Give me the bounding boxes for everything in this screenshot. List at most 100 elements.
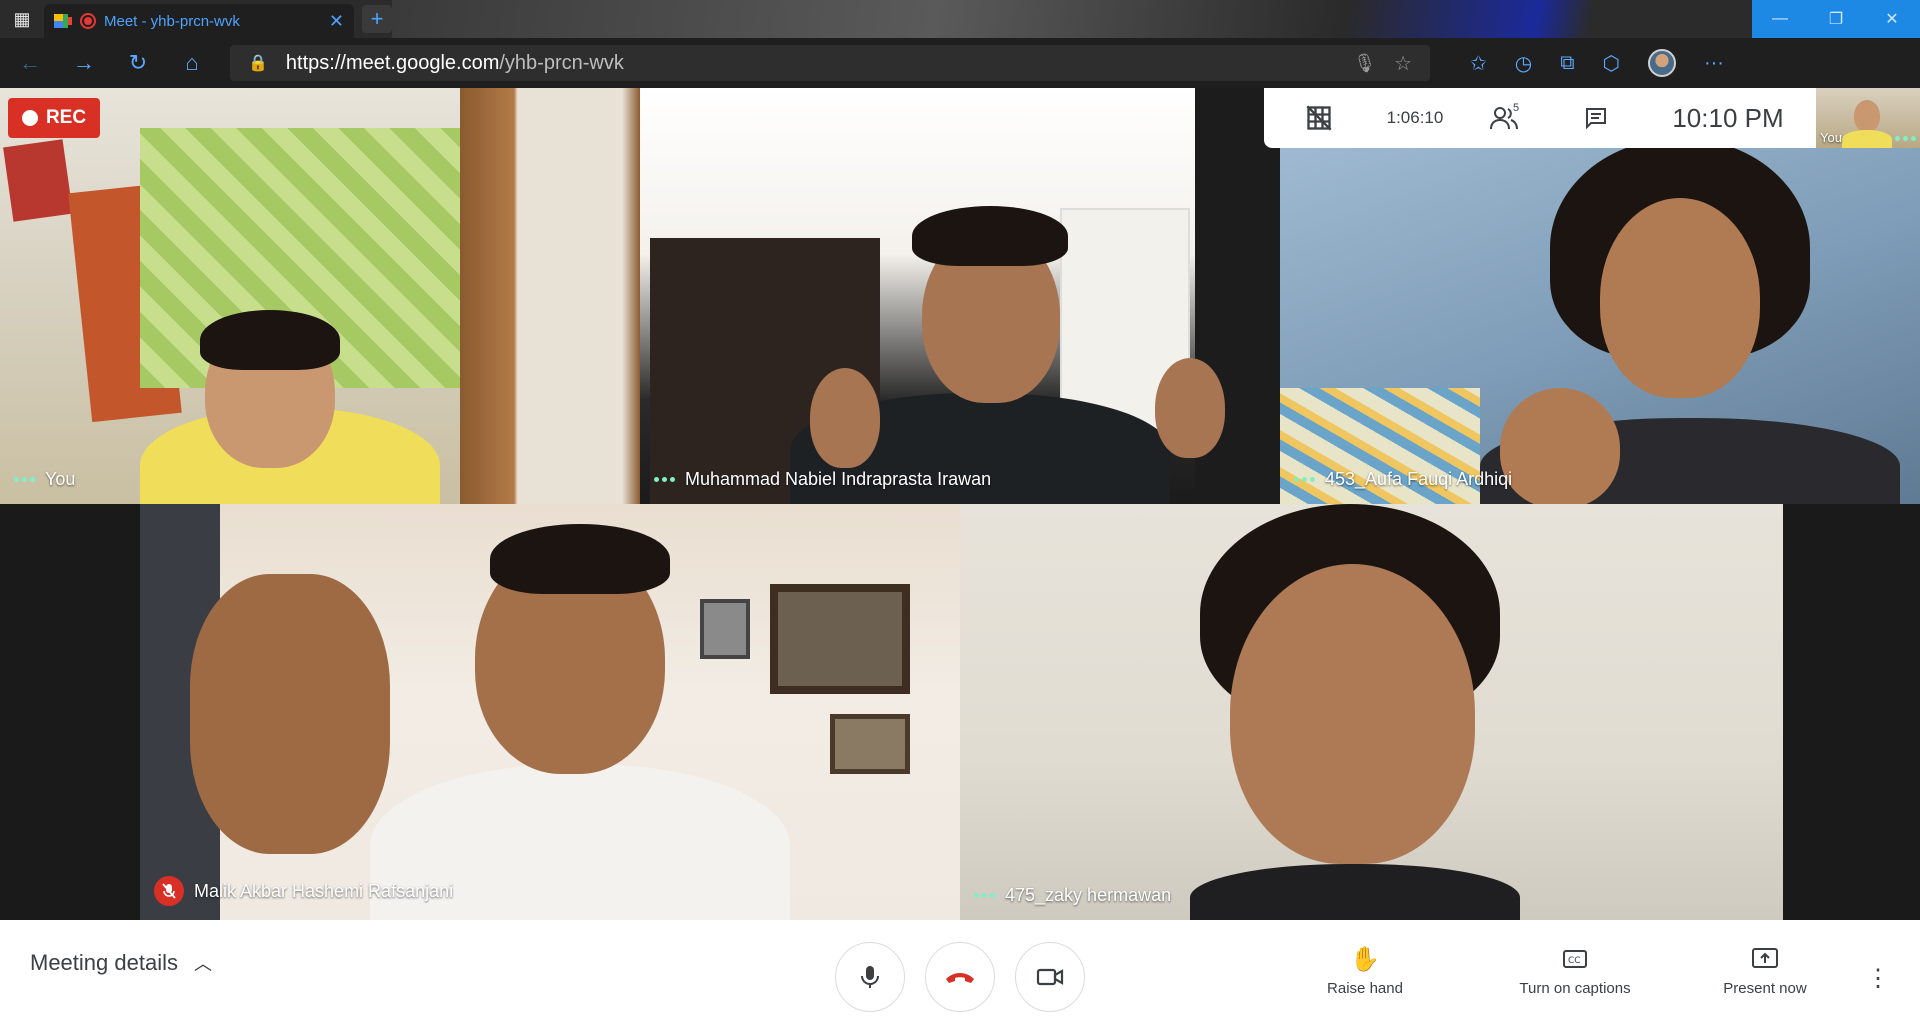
people-button[interactable]: 5 bbox=[1456, 88, 1552, 148]
person-shirt bbox=[1190, 864, 1520, 920]
audio-activity-icon bbox=[14, 477, 35, 482]
participant-count: 5 bbox=[1513, 102, 1520, 114]
participant-name: Malik Akbar Hashemi Rafsanjani bbox=[194, 880, 454, 901]
microphone-button[interactable] bbox=[835, 942, 905, 1012]
more-options-vertical-icon[interactable]: ⋮ bbox=[1866, 964, 1890, 993]
wall-photo-frame bbox=[770, 584, 910, 694]
window-controls: — ❐ ✕ bbox=[1752, 0, 1920, 38]
address-bar-row: ← → ↻ ⌂ 🔒 https://meet.google.com/yhb-pr… bbox=[0, 38, 1920, 88]
person-hand bbox=[1500, 388, 1620, 504]
meeting-timer: 1:06:10 bbox=[1386, 108, 1444, 127]
participant-name: 453_Aufa Fauqi Ardhiqi bbox=[1325, 469, 1513, 489]
chevron-up-icon: ︿ bbox=[193, 954, 212, 974]
participant-label: You bbox=[14, 469, 75, 490]
browser-tab[interactable]: Meet - yhb-prcn-wvk ✕ bbox=[44, 4, 354, 38]
camera-button[interactable] bbox=[1015, 942, 1085, 1012]
meet-logo-icon bbox=[54, 14, 72, 28]
hand-icon: ✋ bbox=[1350, 945, 1380, 973]
recording-indicator-icon bbox=[80, 13, 96, 29]
new-tab-button[interactable]: + bbox=[362, 5, 392, 33]
browser-tab-bar: ▦ Meet - yhb-prcn-wvk ✕ + — ❐ ✕ bbox=[0, 0, 1920, 38]
camera-icon bbox=[1036, 968, 1064, 986]
url-path: /yhb-prcn-wvk bbox=[499, 51, 624, 74]
present-now-label: Present now bbox=[1723, 980, 1807, 997]
recording-label: REC bbox=[45, 107, 87, 128]
url-field[interactable]: 🔒 https://meet.google.com/yhb-prcn-wvk 🎙… bbox=[230, 45, 1430, 81]
tab-actions-icon[interactable]: ▦ bbox=[0, 0, 44, 38]
url-host: https://meet.google.com bbox=[285, 51, 500, 74]
lock-icon[interactable]: 🔒 bbox=[248, 53, 268, 73]
url-text: https://meet.google.com/yhb-prcn-wvk bbox=[286, 52, 624, 75]
favorites-icon[interactable]: ✩ bbox=[1470, 51, 1487, 76]
profile-avatar[interactable] bbox=[1647, 49, 1676, 77]
self-view-thumbnail[interactable]: You bbox=[1816, 88, 1920, 148]
participant-tile-malik[interactable]: Malik Akbar Hashemi Rafsanjani bbox=[140, 504, 960, 920]
self-view-shirt bbox=[1842, 130, 1892, 148]
collections-icon[interactable]: ⧉ bbox=[1560, 52, 1574, 75]
person-hair bbox=[912, 206, 1068, 266]
participant-tile-zaky[interactable]: 475_zaky hermawan bbox=[960, 504, 1783, 920]
self-view-name: You bbox=[1820, 130, 1842, 145]
person-thumb-left bbox=[810, 368, 880, 468]
restore-button[interactable]: ❐ bbox=[1808, 0, 1864, 38]
more-options-icon[interactable]: ··· bbox=[1704, 52, 1724, 75]
meeting-info-bar: 1:06:10 5 10:10 PM bbox=[1264, 88, 1816, 148]
close-icon[interactable]: ✕ bbox=[329, 11, 344, 32]
svg-text:CC: CC bbox=[1568, 956, 1581, 966]
participant-label: Malik Akbar Hashemi Rafsanjani bbox=[154, 876, 453, 906]
participant-tile-aufa[interactable]: 453_Aufa Fauqi Ardhiqi bbox=[1280, 88, 1920, 504]
hang-up-icon bbox=[946, 973, 974, 983]
extension-icon[interactable]: ⬡ bbox=[1603, 51, 1620, 76]
wall-photo-frame bbox=[700, 599, 750, 659]
minimize-button[interactable]: — bbox=[1752, 0, 1808, 38]
person-hand bbox=[190, 574, 390, 854]
microphone-off-icon bbox=[154, 876, 184, 906]
call-controls bbox=[835, 942, 1085, 1012]
clock: 10:10 PM bbox=[1672, 102, 1784, 133]
voice-search-icon[interactable]: 🎙 bbox=[1353, 53, 1376, 74]
closed-captions-icon: CC bbox=[1563, 944, 1587, 974]
person-face bbox=[1230, 564, 1475, 864]
participant-label: Muhammad Nabiel Indraprasta Irawan bbox=[654, 469, 991, 490]
participant-label: 475_zaky hermawan bbox=[974, 885, 1171, 906]
tab-title: Meet - yhb-prcn-wvk bbox=[104, 12, 240, 30]
history-icon[interactable]: ◷ bbox=[1515, 51, 1532, 76]
leave-call-button[interactable] bbox=[925, 942, 995, 1012]
chat-icon[interactable] bbox=[1552, 88, 1640, 148]
self-view-face bbox=[1854, 100, 1880, 132]
wall-painting bbox=[3, 139, 73, 222]
raise-hand-label: Raise hand bbox=[1327, 980, 1403, 997]
captions-label: Turn on captions bbox=[1519, 980, 1631, 997]
person-face bbox=[1600, 198, 1760, 398]
audio-activity-icon bbox=[654, 477, 675, 482]
participant-tile-nabiel[interactable]: Muhammad Nabiel Indraprasta Irawan bbox=[640, 88, 1280, 504]
participant-label: 453_Aufa Fauqi Ardhiqi bbox=[1294, 469, 1512, 490]
person-thumb-right bbox=[1155, 358, 1225, 458]
audio-activity-icon bbox=[1895, 136, 1916, 141]
participant-name: 475_zaky hermawan bbox=[1005, 885, 1172, 905]
meeting-controls-bar: Meeting details ︿ ✋ Raise hand CC Turn o… bbox=[0, 920, 1920, 1030]
tab-bar-spacer bbox=[392, 0, 1752, 38]
raise-hand-button[interactable]: ✋ Raise hand bbox=[1300, 944, 1430, 998]
recording-badge: REC bbox=[8, 98, 100, 138]
participant-tile-you[interactable]: REC You bbox=[0, 88, 640, 504]
add-favorite-icon[interactable]: ☆ bbox=[1394, 51, 1412, 76]
home-icon[interactable]: ⌂ bbox=[176, 50, 208, 76]
grid-layout-icon[interactable] bbox=[1264, 88, 1374, 148]
meeting-details-label: Meeting details bbox=[30, 950, 178, 975]
record-icon bbox=[21, 110, 38, 126]
person-hair bbox=[490, 524, 670, 594]
toolbar-icons: ✩ ◷ ⧉ ⬡ ··· bbox=[1470, 49, 1724, 77]
participant-name: You bbox=[45, 469, 76, 489]
close-window-button[interactable]: ✕ bbox=[1864, 0, 1920, 38]
audio-activity-icon bbox=[1294, 477, 1315, 482]
meeting-details-button[interactable]: Meeting details ︿ bbox=[30, 950, 212, 976]
audio-activity-icon bbox=[974, 893, 995, 898]
back-arrow-icon[interactable]: ← bbox=[14, 50, 46, 76]
refresh-icon[interactable]: ↻ bbox=[122, 50, 154, 76]
wall-photo-frame bbox=[830, 714, 910, 774]
captions-button[interactable]: CC Turn on captions bbox=[1480, 944, 1670, 997]
present-now-button[interactable]: Present now bbox=[1700, 944, 1830, 997]
present-screen-icon bbox=[1752, 944, 1778, 974]
forward-arrow-icon[interactable]: → bbox=[68, 50, 100, 76]
